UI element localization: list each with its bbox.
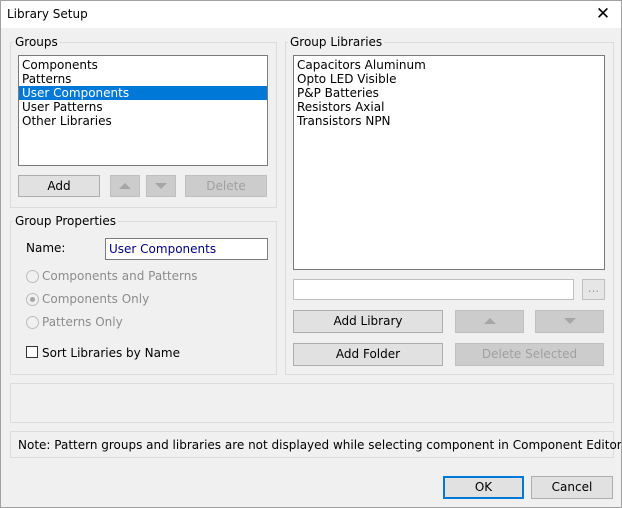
groups-list-item[interactable]: Patterns [19,72,267,86]
info-panel [10,383,614,423]
group-properties-label: Group Properties [15,214,116,228]
name-label: Name: [26,241,66,255]
move-library-down-button[interactable] [535,310,604,333]
ok-button[interactable]: OK [443,476,524,499]
radio-circle-icon [26,270,39,283]
groups-list-item[interactable]: Other Libraries [19,114,267,128]
arrow-up-icon [119,183,131,189]
sort-libraries-label: Sort Libraries by Name [42,346,180,360]
groups-list[interactable]: Components Patterns User Components User… [18,55,268,166]
arrow-down-icon [563,318,576,324]
radio-checked-icon [26,293,39,306]
groups-list-item[interactable]: User Patterns [19,100,267,114]
delete-selected-button[interactable]: Delete Selected [455,343,604,366]
arrow-down-icon [155,183,167,189]
groups-label: Groups [15,35,58,49]
sort-libraries-checkbox[interactable] [26,346,38,358]
group-name-input[interactable]: User Components [105,238,268,260]
groups-list-item-selected[interactable]: User Components [19,86,267,100]
library-setup-dialog: Library Setup ✕ Groups Components Patter… [0,0,622,508]
radio-label: Components and Patterns [42,269,198,283]
library-list-item[interactable]: Capacitors Aluminum [294,58,604,72]
add-folder-button[interactable]: Add Folder [293,343,443,366]
group-libraries-label: Group Libraries [290,35,383,49]
library-list-item[interactable]: P&P Batteries [294,86,604,100]
add-library-button[interactable]: Add Library [293,310,443,333]
browse-button[interactable]: ... [582,279,605,300]
window-title: Library Setup [7,7,88,21]
group-libraries-list[interactable]: Capacitors Aluminum Opto LED Visible P&P… [293,55,605,270]
cancel-button[interactable]: Cancel [531,476,613,499]
arrow-up-icon [483,318,496,324]
note-panel: Note: Pattern groups and libraries are n… [10,431,621,458]
move-library-up-button[interactable] [455,310,524,333]
radio-label: Components Only [42,292,150,306]
radio-circle-icon [26,316,39,329]
move-group-up-button[interactable] [110,175,140,197]
move-group-down-button[interactable] [146,175,176,197]
library-list-item[interactable]: Transistors NPN [294,114,604,128]
library-list-item[interactable]: Resistors Axial [294,100,604,114]
groups-list-item[interactable]: Components [19,58,267,72]
delete-group-button[interactable]: Delete [185,175,267,197]
library-path-input[interactable] [293,279,574,300]
close-icon[interactable]: ✕ [585,1,621,28]
add-group-button[interactable]: Add [18,175,100,197]
note-text: Note: Pattern groups and libraries are n… [18,438,622,452]
title-bar: Library Setup ✕ [1,1,621,28]
library-list-item[interactable]: Opto LED Visible [294,72,604,86]
radio-label: Patterns Only [42,315,123,329]
